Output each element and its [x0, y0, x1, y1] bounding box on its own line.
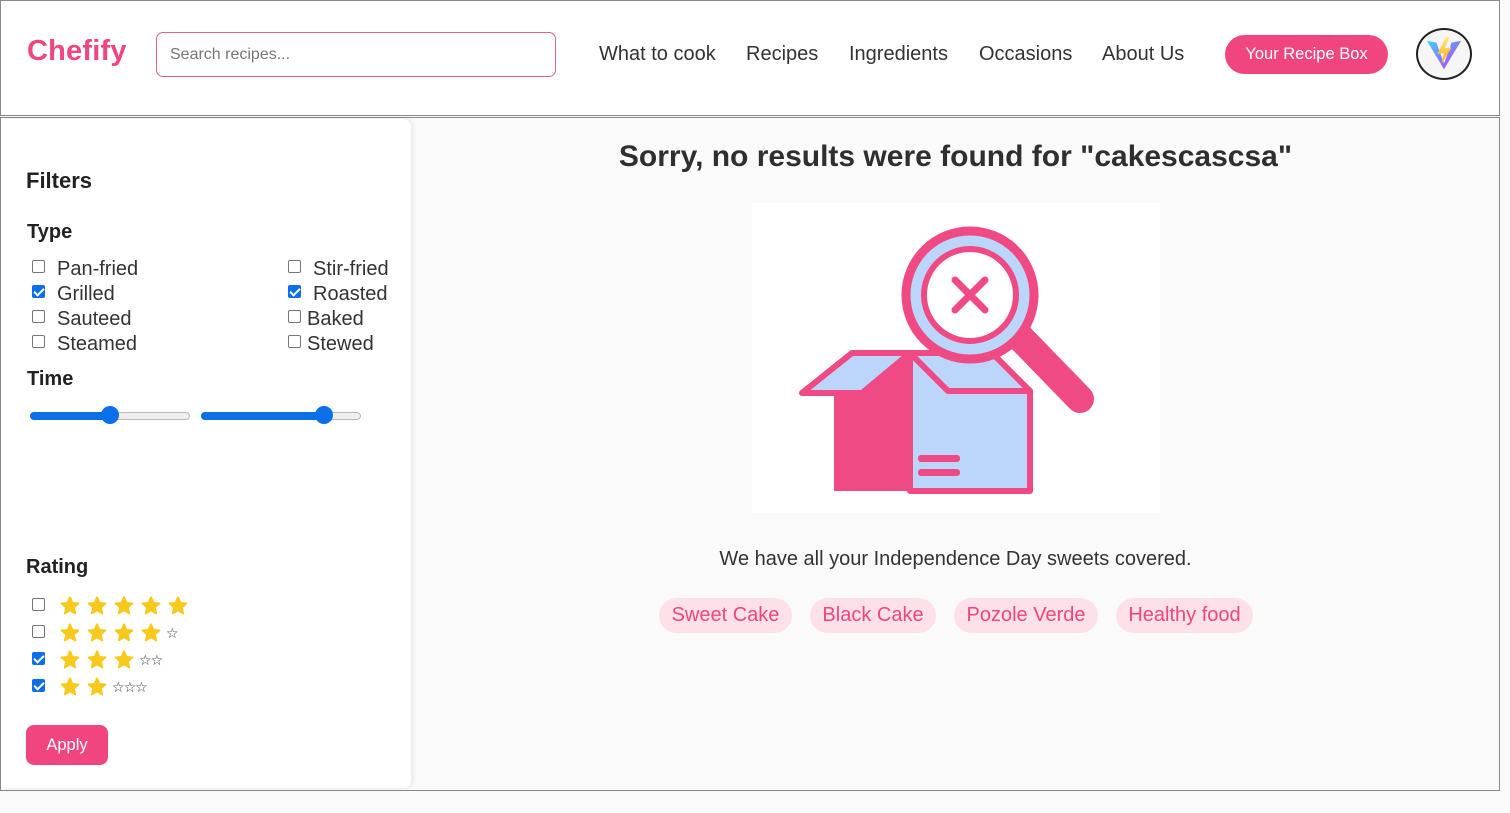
suggestion-chip-pozole-verde[interactable]: Pozole Verde: [954, 598, 1098, 633]
label-steamed: Steamed: [57, 333, 138, 355]
nav-link-ingredients[interactable]: Ingredients: [849, 43, 948, 66]
label-stewed: Stewed: [307, 333, 374, 355]
label-pan-fried: Pan-fried: [57, 258, 139, 280]
star-filled-icon: [87, 650, 107, 669]
logo[interactable]: Chefify: [27, 35, 127, 68]
star-filled-icon: [60, 596, 80, 615]
checkbox-pan-fried[interactable]: [32, 260, 45, 273]
no-results-heading: Sorry, no results were found for "cakesc…: [618, 140, 1293, 173]
label-sauteed: Sauteed: [57, 308, 132, 330]
top-navbar: Chefify What to cook Recipes Ingredients…: [0, 0, 1500, 116]
nav-link-about-us[interactable]: About Us: [1102, 43, 1184, 66]
star-filled-icon: [87, 596, 107, 615]
vite-logo-icon: [1426, 36, 1462, 70]
star-filled-icon: [114, 650, 134, 669]
suggestion-chip-black-cake[interactable]: Black Cake: [810, 598, 936, 633]
star-empty-icon: ☆: [166, 624, 179, 641]
rating-stars-3: ☆☆: [59, 649, 163, 671]
no-results-illustration: [752, 203, 1160, 513]
rating-stars-4: ☆: [59, 622, 179, 644]
suggestion-chip-sweet-cake[interactable]: Sweet Cake: [659, 598, 792, 633]
suggestion-chip-healthy-food[interactable]: Healthy food: [1116, 598, 1253, 633]
label-stir-fried: Stir-fried: [313, 258, 389, 280]
star-filled-icon: [114, 623, 134, 642]
star-filled-icon: [168, 596, 188, 615]
search-input[interactable]: [156, 32, 556, 77]
checkbox-baked[interactable]: [288, 310, 301, 323]
label-grilled: Grilled: [57, 283, 115, 305]
filter-panel: Filters Type Pan-fried Stir-fried Grille…: [1, 119, 411, 788]
star-filled-icon: [114, 596, 134, 615]
star-filled-icon: [60, 623, 80, 642]
label-baked: Baked: [307, 308, 364, 330]
star-filled-icon: [141, 596, 161, 615]
checkbox-roasted[interactable]: [288, 285, 301, 298]
label-roasted: Roasted: [313, 283, 388, 305]
time-slider-max[interactable]: [201, 405, 361, 429]
empty-box-search-icon: [799, 226, 1094, 494]
checkbox-rating-2[interactable]: [32, 679, 45, 692]
checkbox-rating-3[interactable]: [32, 652, 45, 665]
slider-thumb[interactable]: [314, 406, 333, 424]
time-slider-min[interactable]: [30, 405, 190, 429]
suggestion-tagline: We have all your Independence Day sweets…: [719, 548, 1192, 570]
checkbox-grilled[interactable]: [32, 285, 45, 298]
nav-link-what-to-cook[interactable]: What to cook: [599, 43, 716, 66]
rating-stars-5: [59, 595, 194, 617]
checkbox-stewed[interactable]: [288, 335, 301, 348]
star-empty-icon: ☆: [139, 651, 152, 668]
star-filled-icon: [87, 677, 107, 696]
type-title: Type: [27, 221, 73, 243]
star-filled-icon: [60, 677, 80, 696]
filters-title: Filters: [26, 168, 93, 193]
slider-fill: [201, 412, 324, 420]
avatar[interactable]: [1416, 28, 1472, 80]
nav-link-occasions[interactable]: Occasions: [979, 43, 1072, 66]
checkbox-steamed[interactable]: [32, 335, 45, 348]
nav-link-recipes[interactable]: Recipes: [746, 43, 818, 66]
star-filled-icon: [87, 623, 107, 642]
slider-thumb[interactable]: [101, 406, 119, 424]
star-empty-icon: ☆: [150, 651, 164, 668]
rating-title: Rating: [26, 556, 89, 578]
checkbox-sauteed[interactable]: [32, 310, 45, 323]
checkbox-stir-fried[interactable]: [288, 260, 301, 273]
time-title: Time: [27, 368, 74, 390]
star-filled-icon: [60, 650, 80, 669]
checkbox-rating-5[interactable]: [32, 598, 45, 611]
star-empty-icon: ☆: [135, 678, 148, 695]
recipe-box-button[interactable]: Your Recipe Box: [1225, 35, 1388, 74]
slider-fill: [30, 412, 110, 420]
checkbox-rating-4[interactable]: [32, 625, 45, 638]
star-filled-icon: [141, 623, 161, 642]
rating-stars-2: ☆☆☆: [59, 676, 148, 698]
star-empty-icon: ☆: [112, 678, 125, 695]
apply-button[interactable]: Apply: [26, 725, 108, 765]
